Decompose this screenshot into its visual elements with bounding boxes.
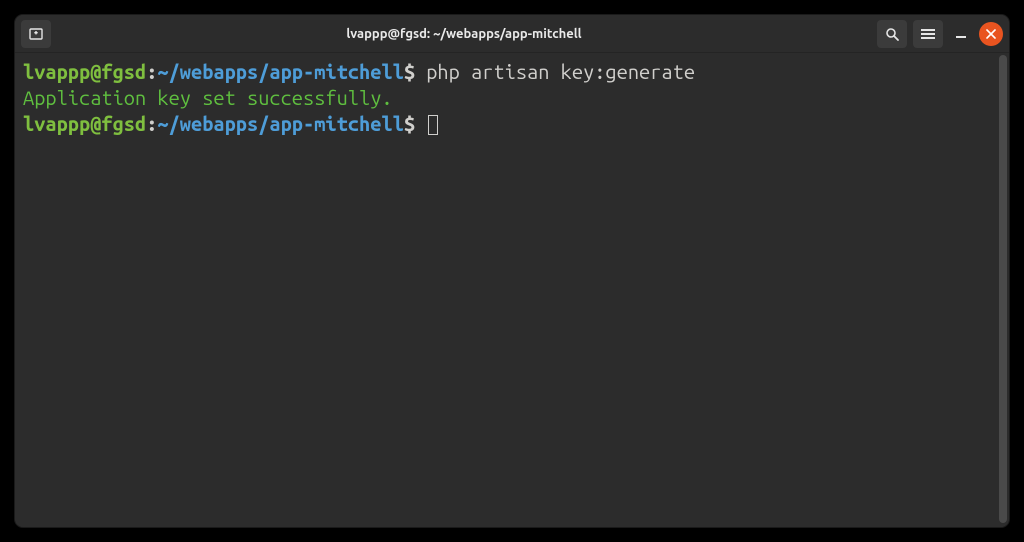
prompt-user-host: lvappp@fgsd bbox=[23, 60, 146, 83]
minimize-button[interactable] bbox=[949, 22, 973, 46]
prompt-symbol: $ bbox=[404, 60, 415, 83]
command-text bbox=[415, 60, 426, 83]
prompt-symbol: $ bbox=[404, 112, 415, 135]
titlebar: lvappp@fgsd: ~/webapps/app-mitchell bbox=[15, 15, 1009, 53]
close-icon bbox=[986, 29, 996, 39]
prompt-user-host: lvappp@fgsd bbox=[23, 112, 146, 135]
cursor bbox=[428, 115, 438, 135]
terminal-body[interactable]: lvappp@fgsd:~/webapps/app-mitchell$ php … bbox=[15, 53, 1009, 527]
prompt-path: ~/webapps/app-mitchell bbox=[157, 60, 403, 83]
new-tab-button[interactable] bbox=[21, 20, 51, 48]
menu-button[interactable] bbox=[913, 20, 943, 48]
hamburger-icon bbox=[921, 29, 935, 39]
search-icon bbox=[884, 26, 900, 42]
terminal-window: lvappp@fgsd: ~/webapps/app-mitchell lvap… bbox=[15, 15, 1009, 527]
prompt-path: ~/webapps/app-mitchell bbox=[157, 112, 403, 135]
prompt-separator: : bbox=[146, 112, 157, 135]
close-button[interactable] bbox=[979, 22, 1003, 46]
search-button[interactable] bbox=[877, 20, 907, 48]
terminal-line: lvappp@fgsd:~/webapps/app-mitchell$ php … bbox=[23, 59, 1001, 85]
new-tab-icon bbox=[28, 26, 44, 42]
window-title: lvappp@fgsd: ~/webapps/app-mitchell bbox=[57, 27, 871, 41]
prompt-separator: : bbox=[146, 60, 157, 83]
terminal-line: lvappp@fgsd:~/webapps/app-mitchell$ bbox=[23, 111, 1001, 137]
scrollbar[interactable] bbox=[999, 55, 1007, 523]
terminal-output: Application key set successfully. bbox=[23, 85, 1001, 111]
command-text: php artisan key:generate bbox=[426, 60, 695, 83]
